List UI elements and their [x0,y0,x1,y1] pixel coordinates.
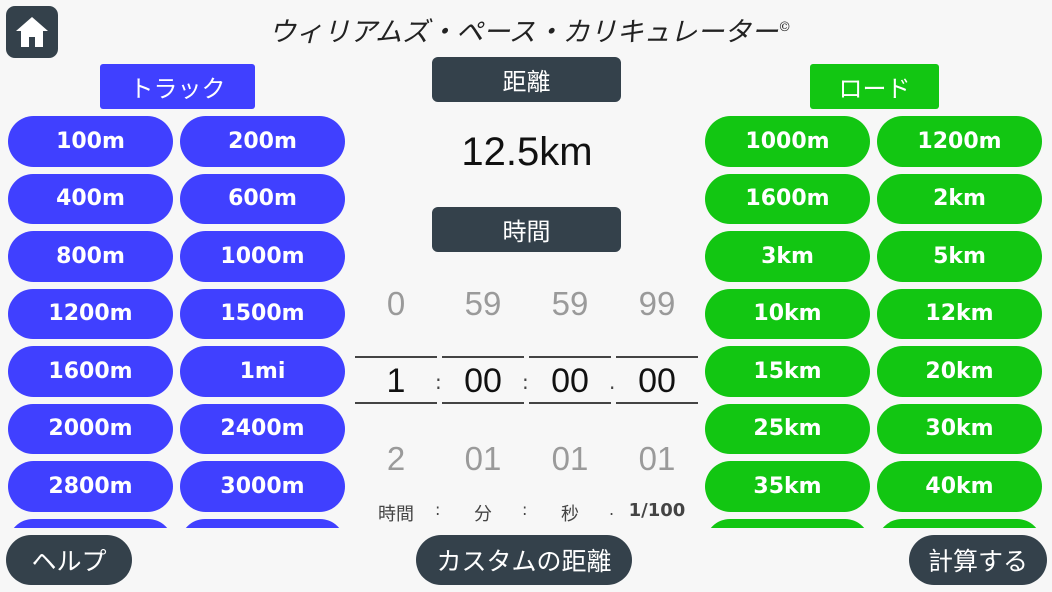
hours-line-bottom [355,402,437,404]
road-item[interactable]: 30km [877,403,1042,454]
hours-next[interactable]: 2 [355,440,437,478]
seconds-line-top [529,356,611,358]
time-separator: . [609,370,616,394]
track-item[interactable] [180,518,345,528]
time-label: 時間 [432,207,621,252]
hundredths-line-top [616,356,698,358]
minutes-picker[interactable]: 59 00 01 [442,280,524,490]
hundredths-line-bottom [616,402,698,404]
road-item[interactable]: 1600m [705,173,870,224]
track-distance-list[interactable]: 100m 200m 400m 600m 800m 1000m 1200m 150… [8,116,348,528]
track-section-label: トラック [100,64,255,109]
road-item[interactable]: 25km [705,403,870,454]
track-item[interactable]: 100m [8,116,173,167]
hours-unit-label: 時間 [378,504,414,525]
road-item[interactable]: 10km [705,288,870,339]
seconds-prev[interactable]: 59 [529,285,611,323]
road-item[interactable]: 20km [877,346,1042,397]
track-item[interactable]: 2800m [8,461,173,512]
title-copyright-mark: © [778,20,792,35]
road-item[interactable]: 2km [877,173,1042,224]
track-item[interactable]: 1500m [180,288,345,339]
road-item[interactable]: 1200m [877,116,1042,167]
hundredths-unit-label: 1/100 [628,500,686,521]
hundredths-next[interactable]: 01 [616,440,698,478]
help-button[interactable]: ヘルプ [6,535,132,585]
hours-line-top [355,356,437,358]
road-item[interactable]: 35km [705,461,870,512]
track-item[interactable]: 2400m [180,403,345,454]
hundredths-picker[interactable]: 99 00 01 [616,280,698,490]
road-section-label: ロード [810,64,939,109]
track-item[interactable] [8,518,173,528]
seconds-next[interactable]: 01 [529,440,611,478]
track-item[interactable]: 1600m [8,346,173,397]
track-item[interactable]: 1200m [8,288,173,339]
minutes-current[interactable]: 00 [442,362,524,401]
home-icon [16,17,48,47]
road-distance-list[interactable]: 1000m 1200m 1600m 2km 3km 5km 10km 12km … [705,116,1045,528]
road-item[interactable]: 1000m [705,116,870,167]
hours-picker[interactable]: 0 1 2 [355,280,437,490]
minutes-unit-label: 分 [474,504,492,525]
road-item[interactable]: 15km [705,346,870,397]
track-item[interactable]: 800m [8,231,173,282]
distance-label: 距離 [432,57,621,102]
custom-distance-button[interactable]: カスタムの距離 [416,535,632,585]
minutes-next[interactable]: 01 [442,440,524,478]
app-title: ウィリアムズ・ペース・カリキュレーター© [268,17,792,48]
home-button[interactable] [6,6,58,58]
track-item[interactable]: 600m [180,173,345,224]
minutes-line-bottom [442,402,524,404]
hundredths-prev[interactable]: 99 [616,285,698,323]
time-separator: : [522,370,529,394]
track-item[interactable]: 3000m [180,461,345,512]
track-item[interactable]: 400m [8,173,173,224]
road-item[interactable] [877,518,1042,528]
hours-current[interactable]: 1 [355,362,437,401]
road-item[interactable]: 5km [877,231,1042,282]
road-item[interactable] [705,518,870,528]
road-item[interactable]: 3km [705,231,870,282]
minutes-prev[interactable]: 59 [442,285,524,323]
track-item[interactable]: 2000m [8,403,173,454]
seconds-current[interactable]: 00 [529,362,611,401]
hours-prev[interactable]: 0 [355,285,437,323]
seconds-unit-label: 秒 [561,504,579,525]
minutes-line-top [442,356,524,358]
time-separator: : [435,370,442,394]
road-item[interactable]: 12km [877,288,1042,339]
track-item[interactable]: 1000m [180,231,345,282]
distance-value: 12.5km [461,130,593,174]
track-item[interactable]: 200m [180,116,345,167]
road-item[interactable]: 40km [877,461,1042,512]
calculate-button[interactable]: 計算する [909,535,1047,585]
seconds-picker[interactable]: 59 00 01 [529,280,611,490]
track-item[interactable]: 1mi [180,346,345,397]
hundredths-current[interactable]: 00 [616,362,698,401]
seconds-line-bottom [529,402,611,404]
